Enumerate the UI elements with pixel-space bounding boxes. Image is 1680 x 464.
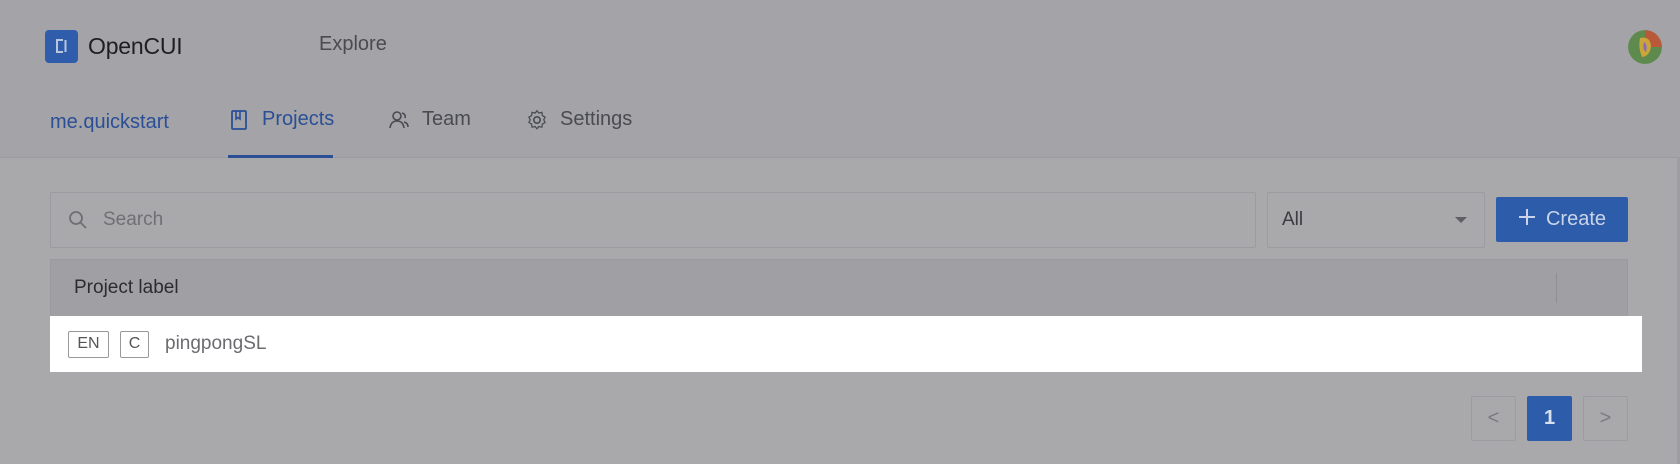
type-badge: C xyxy=(120,330,149,358)
pagination-prev-button[interactable]: < xyxy=(1471,396,1516,441)
create-label: Create xyxy=(1545,208,1607,230)
project-name[interactable]: pingpongSL xyxy=(165,333,266,355)
book-icon xyxy=(228,109,250,131)
tab-team[interactable]: Team xyxy=(388,108,471,158)
create-button[interactable]: Create xyxy=(1496,197,1628,242)
search-icon xyxy=(67,209,89,231)
top-header: OpenCUI Explore me.quickstart Projects T… xyxy=(0,0,1680,158)
explore-link[interactable]: Explore xyxy=(319,33,387,56)
table-header: Project label xyxy=(50,259,1628,316)
tab-label: Team xyxy=(422,108,471,130)
search-input[interactable] xyxy=(103,209,1203,231)
tab-label: Settings xyxy=(560,108,633,130)
pagination-next-button[interactable]: > xyxy=(1583,396,1628,441)
language-badge: EN xyxy=(68,330,109,358)
filter-select[interactable]: All xyxy=(1267,192,1485,248)
brand-name: OpenCUI xyxy=(88,32,183,59)
tab-settings[interactable]: Settings xyxy=(526,108,632,158)
column-header-project-label: Project label xyxy=(74,277,179,298)
brand-logo[interactable]: OpenCUI xyxy=(45,29,183,63)
users-icon xyxy=(388,109,410,131)
column-divider xyxy=(1556,273,1557,303)
plus-icon xyxy=(1518,208,1536,232)
search-box[interactable] xyxy=(50,192,1256,248)
filter-value: All xyxy=(1282,209,1304,230)
gear-icon xyxy=(526,109,548,131)
user-avatar[interactable] xyxy=(1628,30,1662,64)
caret-down-icon xyxy=(1454,209,1468,231)
pagination-page-button[interactable]: 1 xyxy=(1527,396,1572,441)
opencui-logo-icon xyxy=(45,29,78,63)
tab-label: Projects xyxy=(262,108,335,130)
sub-navigation: me.quickstart Projects Team Settings xyxy=(0,96,1680,158)
org-link[interactable]: me.quickstart xyxy=(50,111,169,134)
table-row[interactable]: EN C pingpongSL xyxy=(50,316,1642,372)
tab-projects[interactable]: Projects xyxy=(228,108,335,158)
